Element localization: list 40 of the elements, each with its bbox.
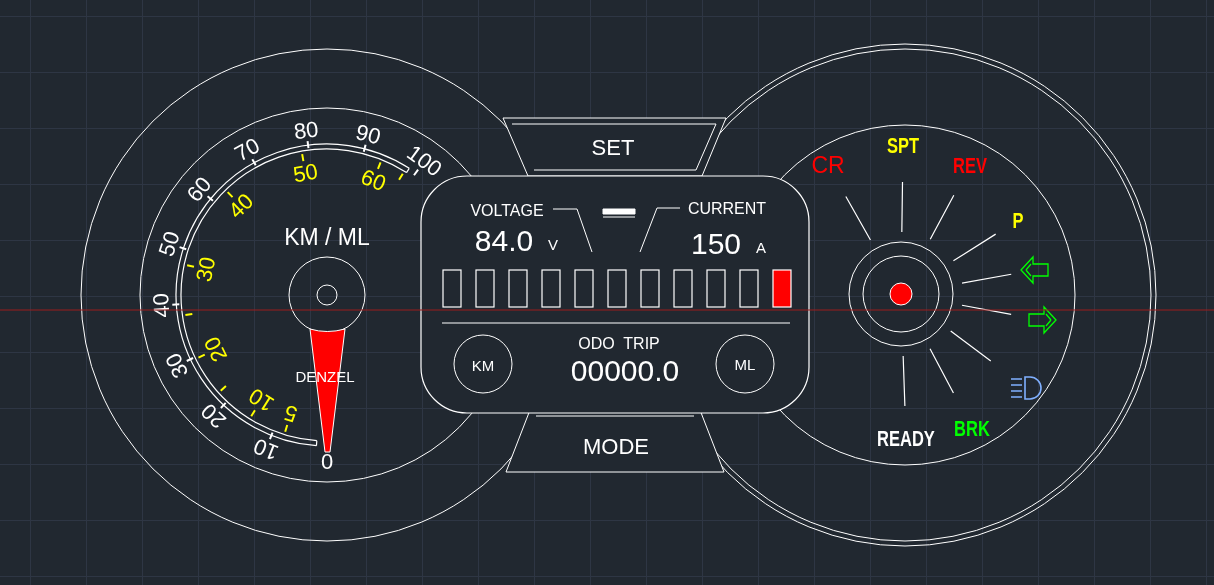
scale-number: 80 <box>292 116 320 145</box>
scale-number: 30 <box>160 349 194 383</box>
indicator-label: SPT <box>886 132 920 158</box>
scale-number: 60 <box>357 163 390 197</box>
odometer-value: 00000.0 <box>570 353 680 387</box>
scale-number: 100 <box>402 139 447 182</box>
current-unit: A <box>756 238 766 256</box>
scale-number: 90 <box>353 119 384 150</box>
km-label: KM <box>471 356 495 374</box>
scale-number: 10 <box>244 383 279 418</box>
voltage-label: VOLTAGE <box>470 201 544 219</box>
scale-number: 20 <box>198 332 233 366</box>
unit-label: KM / ML <box>284 224 370 250</box>
scale-number: 5 <box>281 399 301 428</box>
leader-line <box>639 207 681 253</box>
current-value: 150 <box>690 226 742 260</box>
indicator-label: REV <box>953 152 987 178</box>
voltage-unit: V <box>548 235 558 253</box>
indicator-label: CR <box>811 152 845 178</box>
ml-label: ML <box>734 355 756 373</box>
status-light <box>889 282 913 306</box>
scale-number: 40 <box>223 188 259 224</box>
set-label: SET <box>591 134 635 160</box>
voltage-value: 84.0 <box>474 223 534 257</box>
scale-number: 0 <box>320 448 334 474</box>
scale-number: 60 <box>181 171 217 207</box>
scale-number: 50 <box>153 228 185 260</box>
scale-number: 20 <box>195 398 231 434</box>
hub-center <box>316 284 338 306</box>
mode-label: MODE <box>583 433 649 459</box>
trip-label: ODO TRIP <box>578 334 660 352</box>
scale-number: 70 <box>230 132 264 167</box>
current-label: CURRENT <box>687 199 767 217</box>
indicator-label: P <box>1012 207 1024 233</box>
scale-number: 40 <box>148 292 175 319</box>
scale-number: 30 <box>190 254 221 284</box>
indicator-label: READY <box>877 425 935 451</box>
scale-number: 50 <box>291 158 320 188</box>
indicator-label: BRK <box>954 415 990 441</box>
scale-number: 10 <box>249 433 282 466</box>
